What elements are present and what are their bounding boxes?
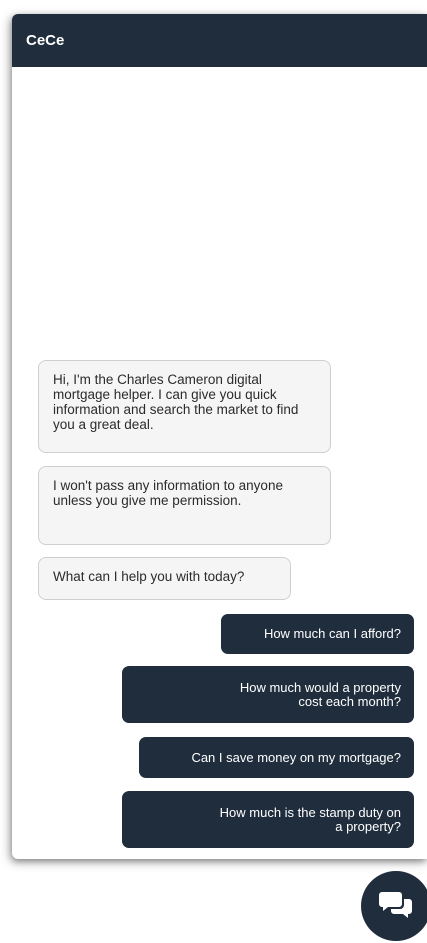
option-label: How much is the stamp duty on a property…: [219, 804, 401, 834]
option-button-save-money[interactable]: Can I save money on my mortgage?: [139, 737, 414, 778]
bot-message-question: What can I help you with today?: [38, 557, 291, 600]
chat-bubbles-icon: [378, 888, 414, 925]
bot-message-privacy: I won't pass any information to anyone u…: [38, 466, 331, 545]
option-button-monthly-cost[interactable]: How much would a property cost each mont…: [122, 666, 414, 723]
chat-widget: CeCe Hi, I'm the Charles Cameron digital…: [12, 14, 427, 859]
option-button-stamp-duty[interactable]: How much is the stamp duty on a property…: [122, 791, 414, 848]
message-list: Hi, I'm the Charles Cameron digital mort…: [12, 359, 427, 859]
option-label: How much would a property cost each mont…: [239, 679, 401, 709]
option-button-afford[interactable]: How much can I afford?: [221, 614, 414, 654]
chat-launcher-button[interactable]: [361, 871, 427, 941]
chat-title: CeCe: [26, 32, 65, 49]
bot-message-intro: Hi, I'm the Charles Cameron digital mort…: [38, 360, 331, 453]
chat-header: CeCe: [12, 14, 427, 67]
